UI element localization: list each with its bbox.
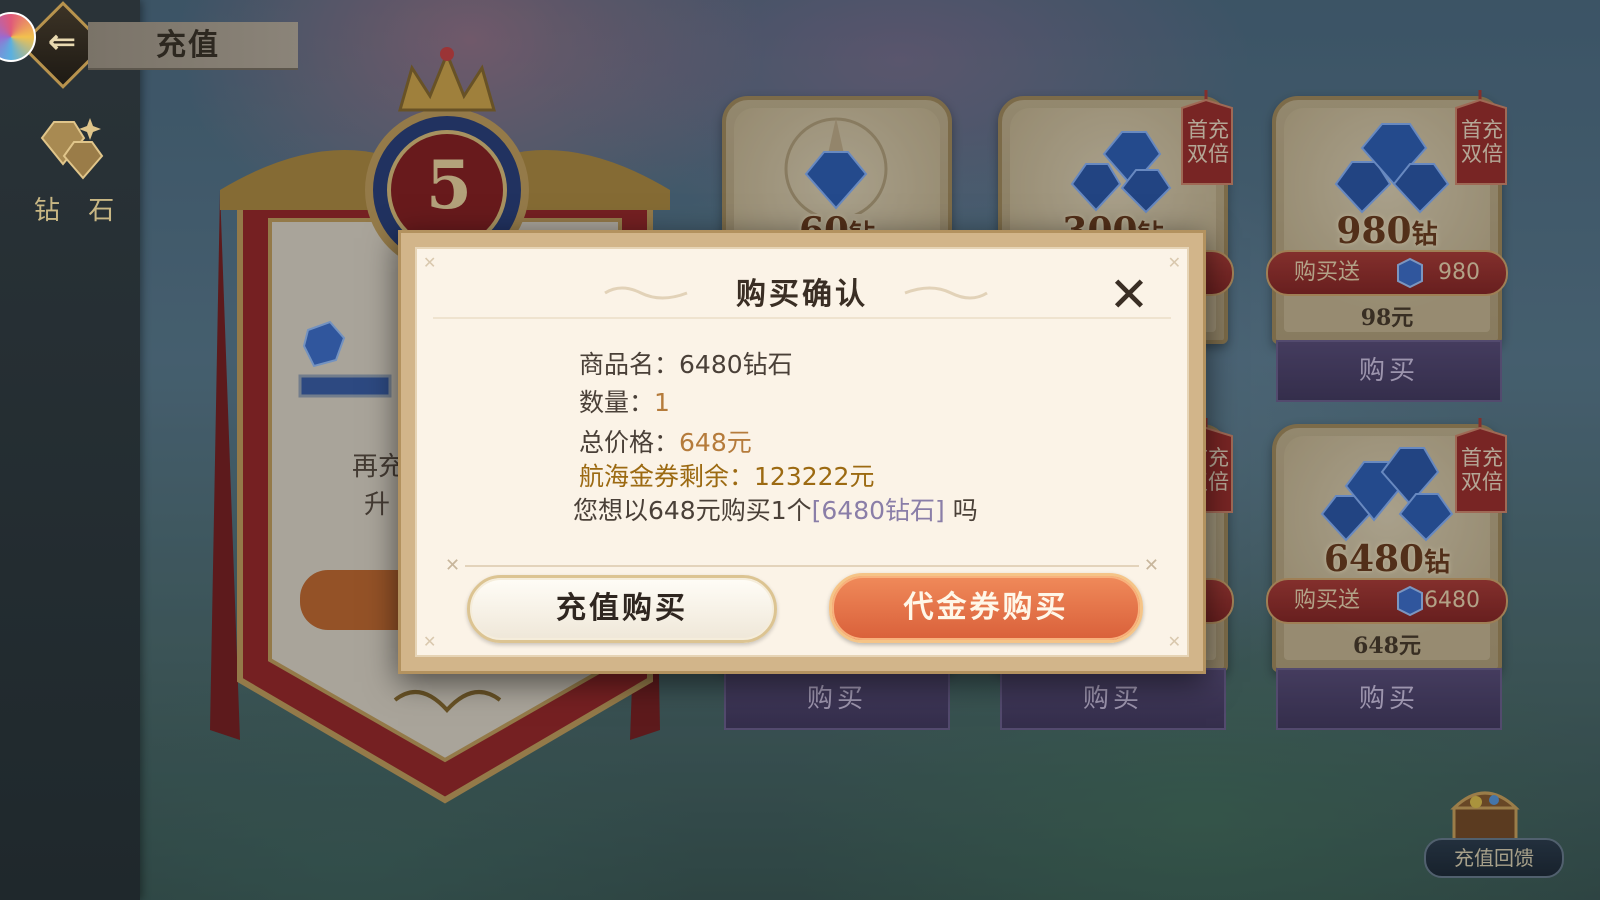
corner-ornament: ✕ [423,632,437,651]
purchase-confirm-dialog: ✕ ✕ ✕ ✕ 购买确认 ✕ 商品名：6480钻石 数量：1 总价格：648元 … [398,230,1206,674]
total-price-value: 648元 [679,428,752,457]
confirm-question: 您想以648元购买1个[6480钻石] 吗 [573,496,978,525]
sidebar-item-diamond[interactable]: 钻 石 [34,190,124,227]
divider-ornament: ✕ [1143,555,1159,576]
dialog-body: ✕ ✕ ✕ ✕ 购买确认 ✕ 商品名：6480钻石 数量：1 总价格：648元 … [415,247,1189,657]
corner-ornament: ✕ [1167,632,1181,651]
diamond-category-icon [40,118,104,180]
sidebar: ⇐ 钻 石 [0,0,140,900]
total-price-row: 总价格：648元 [579,428,752,457]
product-name: 6480钻石 [679,350,793,379]
voucher-balance-value: 123222元 [754,462,875,491]
back-arrow-icon[interactable]: ⇐ [40,20,84,64]
voucher-balance-row: 航海金券剩余：123222元 [579,462,875,491]
product-row: 商品名：6480钻石 [579,350,793,379]
divider-ornament: ✕ [445,555,461,576]
page-title: 充值 [156,28,220,63]
voucher-purchase-button[interactable]: 代金券购买 [829,573,1143,643]
dialog-title: 购买确认 [736,277,868,312]
recharge-purchase-button[interactable]: 充值购买 [467,575,777,643]
quantity-row: 数量：1 [579,388,670,417]
button-divider [465,565,1139,567]
quantity-value: 1 [654,388,670,417]
title-divider [433,317,1171,319]
close-icon[interactable]: ✕ [1105,271,1153,319]
